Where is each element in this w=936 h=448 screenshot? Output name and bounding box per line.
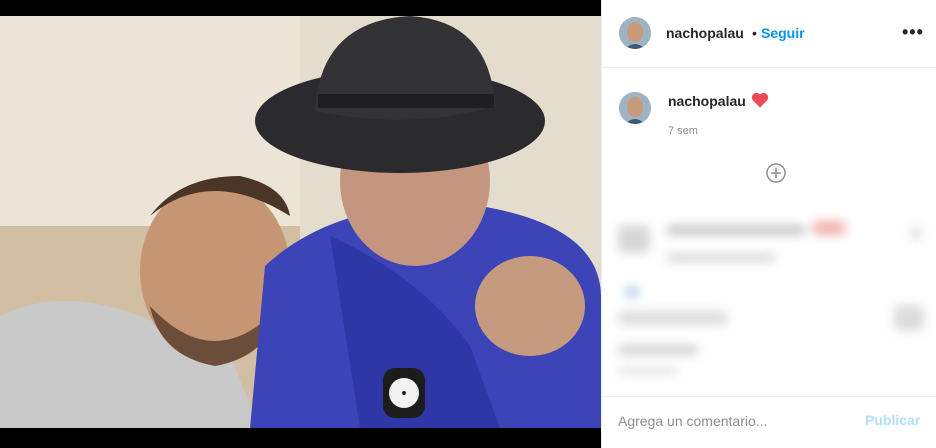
loading-spinner-icon[interactable] (765, 162, 787, 184)
publish-button[interactable]: Publicar (865, 412, 920, 428)
post-time[interactable]: 7 sem (668, 125, 698, 137)
comment-input[interactable] (618, 411, 848, 431)
follow-button[interactable]: Seguir (761, 25, 805, 41)
heart-icon (751, 92, 769, 108)
post-header: nachopalau • Seguir ••• (602, 0, 936, 68)
post-side-panel: nachopalau • Seguir ••• nachopalau 7 sem (601, 0, 936, 448)
comment-composer: Publicar (602, 396, 936, 448)
caption-username[interactable]: nachopalau (668, 93, 746, 109)
post-photo[interactable] (0, 16, 601, 428)
more-horizontal-icon[interactable]: ••• (902, 22, 924, 43)
author-username[interactable]: nachopalau (666, 25, 744, 41)
author-avatar[interactable] (619, 17, 651, 49)
blurred-comments (602, 195, 936, 395)
photo-illustration (0, 16, 601, 428)
instagram-post-modal: nachopalau • Seguir ••• nachopalau 7 sem (0, 0, 936, 448)
post-media (0, 0, 601, 448)
avatar-image (619, 92, 651, 124)
caption-avatar[interactable] (619, 92, 651, 124)
separator-dot: • (752, 25, 757, 41)
avatar-image (619, 17, 651, 49)
